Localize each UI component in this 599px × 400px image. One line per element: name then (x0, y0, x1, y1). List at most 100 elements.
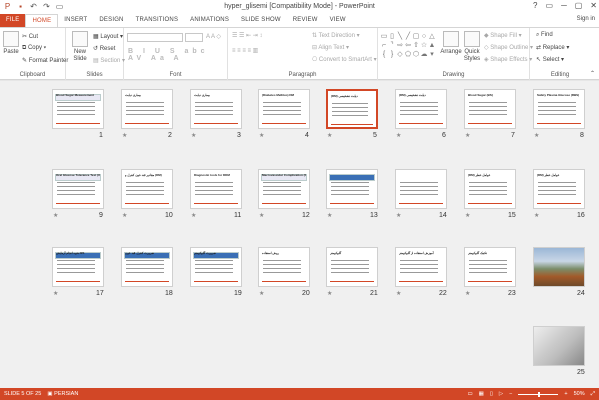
collapse-ribbon-icon[interactable]: ⌃ (590, 70, 595, 77)
shapes-gallery[interactable]: ▭ ▯ ╲ ╱ ▢ ○ △ ⌐ ⌝ ⇨ ⇦ ⇧ ☆ ▲ {} ◇ ⬠ ⬡ ☁ ▾ (380, 32, 436, 60)
zoom-in-icon[interactable]: + (564, 388, 567, 400)
animation-star-icon[interactable]: ★ (122, 212, 127, 219)
tab-insert[interactable]: INSERT (58, 14, 93, 27)
tab-review[interactable]: REVIEW (287, 14, 324, 27)
slide-thumbnail-8[interactable]: Safety Plasma Glucose (RBS) (533, 89, 585, 129)
slideshow-view-icon[interactable]: ▷ (499, 388, 503, 400)
tab-animations[interactable]: ANIMATIONS (184, 14, 235, 27)
slide-thumbnail-6[interactable]: (DM) دیابت تشخیصی (395, 89, 447, 129)
slide-thumbnail-11[interactable]: Diagnostic tools for DDM (190, 169, 242, 209)
zoom-slider[interactable] (518, 391, 559, 397)
font-size-box[interactable] (185, 33, 203, 42)
slide-thumbnail-24[interactable] (533, 247, 585, 287)
tab-design[interactable]: DESIGN (93, 14, 129, 27)
maximize-icon[interactable]: ▢ (575, 1, 583, 10)
ribbon-display-icon[interactable]: ▭ (546, 1, 554, 10)
align-buttons[interactable]: ≡ ≡ ≡ ≡ ▥ (232, 47, 258, 54)
slide-thumbnail-1[interactable]: Blood Sugar Measurement (52, 89, 104, 129)
shape-outline-button[interactable]: ◇ Shape Outline ▾ (484, 44, 533, 51)
list-buttons[interactable]: ☰ ☰ ⇤ ⇥ ↕ (232, 32, 262, 39)
help-icon[interactable]: ? (533, 1, 537, 10)
slide-thumbnail-10[interactable]: مقادیر قند خون کنترل و (DM) (121, 169, 173, 209)
close-icon[interactable]: ✕ (590, 1, 597, 10)
tab-transitions[interactable]: TRANSITIONS (130, 14, 185, 27)
animation-star-icon[interactable]: ★ (191, 132, 196, 139)
animation-star-icon[interactable]: ★ (534, 132, 539, 139)
laptop-image (534, 327, 584, 365)
section-button[interactable]: ▤ Section ▾ (93, 57, 125, 64)
sign-in-link[interactable]: Sign in (577, 16, 595, 22)
reading-view-icon[interactable]: ▯ (490, 388, 493, 400)
animation-star-icon[interactable]: ★ (465, 212, 470, 219)
animation-star-icon[interactable]: ★ (259, 132, 264, 139)
slide-thumbnail-18[interactable]: ضرورت کنترل قند خون (121, 247, 173, 287)
arrange-button[interactable]: Arrange (440, 31, 462, 56)
replace-button[interactable]: ⇄ Replace ▾ (536, 44, 569, 51)
tab-slide-show[interactable]: SLIDE SHOW (235, 14, 287, 27)
text-direction-button[interactable]: ⇅ Text Direction ▾ (312, 32, 360, 39)
slide-thumbnail-3[interactable]: بیماری دیابت (190, 89, 242, 129)
shape-effects-button[interactable]: ◈ Shape Effects ▾ (484, 56, 532, 63)
smartart-button[interactable]: ⎔ Convert to SmartArt ▾ (312, 56, 377, 63)
zoom-out-icon[interactable]: − (509, 388, 512, 400)
layout-button[interactable]: ▦ Layout ▾ (93, 33, 123, 40)
slide-thumbnail-14[interactable] (395, 169, 447, 209)
slide-thumbnail-23[interactable]: تکنیک گلوکومتر (464, 247, 516, 287)
animation-star-icon[interactable]: ★ (122, 132, 127, 139)
animation-star-icon[interactable]: ★ (259, 212, 264, 219)
minimize-icon[interactable]: ─ (561, 1, 567, 10)
animation-star-icon[interactable]: ★ (396, 290, 401, 297)
spellcheck-icon[interactable]: ▣ (47, 391, 52, 397)
align-text-button[interactable]: ⊟ Align Text ▾ (312, 44, 349, 51)
shape-fill-button[interactable]: ◆ Shape Fill ▾ (484, 32, 522, 39)
font-size-icons[interactable]: A A ◇ (206, 33, 221, 40)
format-buttons[interactable]: B I U S abc AV Aa A (128, 48, 227, 62)
animation-star-icon[interactable]: ★ (465, 290, 470, 297)
new-slide-button[interactable]: New Slide (70, 31, 90, 63)
select-button[interactable]: ↖ Select ▾ (536, 56, 564, 63)
zoom-level[interactable]: 50% (574, 388, 585, 400)
fit-to-window-icon[interactable]: ⤢ (591, 388, 595, 400)
slide-thumbnail-16[interactable]: (DM) عوامل خطر (533, 169, 585, 209)
tab-view[interactable]: VIEW (324, 14, 352, 27)
slide-thumbnail-2[interactable]: بیماری دیابت (121, 89, 173, 129)
quick-styles-button[interactable]: Quick Styles (462, 31, 482, 63)
text-line (263, 106, 301, 107)
animation-star-icon[interactable]: ★ (534, 212, 539, 219)
slide-thumbnail-9[interactable]: Oral Glucose Tolerance Test (OGTT) (52, 169, 104, 209)
animation-star-icon[interactable]: ★ (259, 290, 264, 297)
copy-button[interactable]: ⧉ Copy ▾ (22, 45, 46, 52)
font-name-box[interactable] (127, 33, 183, 42)
animation-star-icon[interactable]: ★ (327, 132, 332, 139)
animation-star-icon[interactable]: ★ (396, 212, 401, 219)
animation-star-icon[interactable]: ★ (327, 212, 332, 219)
slide-thumbnail-17[interactable]: نحوه انجام آزمایش BS (52, 247, 104, 287)
find-button[interactable]: ⌕ Find (536, 32, 553, 39)
slide-thumbnail-19[interactable]: ضرورت گلوکومتر (190, 247, 242, 287)
animation-star-icon[interactable]: ★ (53, 212, 58, 219)
tab-home[interactable]: HOME (25, 14, 59, 27)
slide-thumbnail-12[interactable]: Macrovascular Complication (DM) (258, 169, 310, 209)
slide-thumbnail-20[interactable]: روش استفاده (258, 247, 310, 287)
slide-thumbnail-21[interactable]: گلوکومتر (326, 247, 378, 287)
slide-thumbnail-4[interactable]: (Diabetes Mellitus) DM (258, 89, 310, 129)
slide-thumbnail-15[interactable]: (DM) عوامل خطر (464, 169, 516, 209)
slide-thumbnail-7[interactable]: Blood Sugar (BS) (464, 89, 516, 129)
animation-star-icon[interactable]: ★ (465, 132, 470, 139)
paste-button[interactable]: Paste (2, 31, 20, 56)
language-indicator[interactable]: PERSIAN (54, 391, 78, 397)
tab-file[interactable]: FILE (0, 14, 26, 27)
animation-star-icon[interactable]: ★ (53, 290, 58, 297)
slide-thumbnail-25[interactable] (533, 326, 585, 366)
normal-view-icon[interactable]: ▭ (467, 388, 472, 400)
format-painter-button[interactable]: ✎ Format Painter (22, 57, 68, 64)
slide-thumbnail-5[interactable]: (DM) دیابت تشخیصی (326, 89, 378, 129)
slide-thumbnail-22[interactable]: آموزش استفاده از گلوکومتر (395, 247, 447, 287)
animation-star-icon[interactable]: ★ (327, 290, 332, 297)
reset-button[interactable]: ↺ Reset (93, 45, 115, 52)
cut-button[interactable]: ✂ Cut (22, 33, 38, 40)
slide-thumbnail-13[interactable] (326, 169, 378, 209)
animation-star-icon[interactable]: ★ (396, 132, 401, 139)
sorter-view-icon[interactable]: ▦ (479, 388, 484, 400)
animation-star-icon[interactable]: ★ (191, 212, 196, 219)
